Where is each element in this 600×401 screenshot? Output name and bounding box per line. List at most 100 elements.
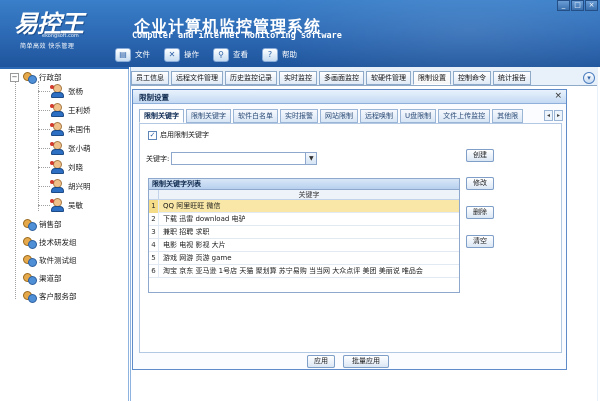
keyword-list-caption: 限制关键字列表 <box>149 179 459 190</box>
keyword-column-header: 关键字 <box>298 191 320 199</box>
tab-reports[interactable]: 统计报告 <box>493 71 531 85</box>
dlg-tab-website[interactable]: 网站限制 <box>320 109 358 123</box>
tree-connector <box>38 186 50 187</box>
tree-user-label: 王利娇 <box>68 105 91 115</box>
tree-user-label: 朱国伟 <box>68 124 91 134</box>
row-keywords: QQ 阿里旺旺 微信 <box>163 202 221 210</box>
user-icon <box>50 178 65 194</box>
tree-user[interactable]: 朱国伟 <box>50 121 91 136</box>
enable-keywords-label: 启用限制关键字 <box>160 131 209 139</box>
restriction-dialog: 限制设置 × 限制关键字 限制关键字 软件白名单 实时报警 网站限制 远程唤制 … <box>132 89 567 370</box>
tools-icon: ✕ <box>164 47 180 62</box>
delete-button[interactable]: 删除 <box>466 206 494 219</box>
chevron-left-icon[interactable]: ◂ <box>544 110 553 121</box>
logo-site: ekongsoft.com <box>42 33 79 39</box>
tree-node-department[interactable]: 软件测试组 <box>22 253 77 267</box>
create-button[interactable]: 创建 <box>466 149 494 162</box>
tree-node-label: 技术研发组 <box>39 237 77 247</box>
tree-user-label: 吴敏 <box>68 200 83 210</box>
tab-multiscreen[interactable]: 多画面监控 <box>319 71 364 85</box>
dlg-tab-whitelist[interactable]: 软件白名单 <box>233 109 278 123</box>
table-row[interactable]: 2 下载 迅雷 download 电驴 <box>149 213 459 226</box>
table-row[interactable]: 1 QQ 阿里旺旺 微信 <box>149 200 459 213</box>
tab-commands[interactable]: 控制命令 <box>453 71 491 85</box>
row-number: 3 <box>149 226 159 239</box>
tree-user[interactable]: 王利娇 <box>50 102 91 117</box>
tree-user-label: 刘晓 <box>68 162 83 172</box>
maximize-button[interactable]: □ <box>571 0 584 11</box>
table-row[interactable]: 6 淘宝 京东 亚马逊 1号店 天猫 聚划算 苏宁易购 当当网 大众点评 美团 … <box>149 265 459 278</box>
tree-node-department[interactable]: 渠道部 <box>22 271 62 285</box>
tree-node-label: 行政部 <box>39 72 62 82</box>
chevron-down-icon[interactable]: ▼ <box>305 153 317 164</box>
table-row[interactable]: 4 电影 电视 影视 大片 <box>149 239 459 252</box>
keyword-input[interactable]: ▼ <box>171 152 318 165</box>
tab-scroll-icon[interactable]: ▾ <box>583 72 595 84</box>
toolbar-view-button[interactable]: ⚲ 查看 <box>213 46 248 63</box>
tree-top-strip <box>0 67 129 69</box>
tab-employee-info[interactable]: 员工信息 <box>131 71 169 85</box>
row-number: 6 <box>149 265 159 278</box>
tree-node-label: 软件测试组 <box>39 255 77 265</box>
chevron-right-icon[interactable]: ▸ <box>554 110 563 121</box>
toolbar-help-label: 帮助 <box>282 50 297 59</box>
tree-user[interactable]: 刘晓 <box>50 159 83 175</box>
tab-restrictions[interactable]: 限制设置 <box>413 71 451 85</box>
dlg-tab-keywords-2[interactable]: 限制关键字 <box>186 109 231 123</box>
dlg-tab-other[interactable]: 其他限 <box>492 109 524 123</box>
keyword-row: 关键字: ▼ <box>146 152 318 165</box>
dlg-tab-upload[interactable]: 文件上传监控 <box>438 109 491 123</box>
app-header: 易控王 ekongsoft.com 简单高效 快乐管理 企业计算机监控管理系统 … <box>0 0 600 67</box>
tree-connector <box>38 91 50 92</box>
tree-user-label: 胡兴明 <box>68 181 91 191</box>
toolbar-file-button[interactable]: ▤ 文件 <box>115 46 150 63</box>
tree-node-department[interactable]: 销售部 <box>22 217 62 231</box>
batch-apply-button[interactable]: 批量应用 <box>343 355 389 368</box>
row-number: 2 <box>149 213 159 226</box>
tree-node-label: 渠道部 <box>39 273 62 283</box>
dlg-tab-alarm[interactable]: 实时报警 <box>280 109 318 123</box>
user-icon <box>50 140 65 156</box>
tree-node-label: 客户服务部 <box>39 291 77 301</box>
toolbar-help-button[interactable]: ? 帮助 <box>262 46 297 63</box>
enable-keywords-checkbox[interactable]: ✓ <box>148 130 157 140</box>
department-icon <box>22 272 37 285</box>
table-row[interactable]: 3 兼职 招聘 求职 <box>149 226 459 239</box>
row-keywords: 电影 电视 影视 大片 <box>163 241 226 249</box>
department-tree: − 行政部 张杨 王利娇 朱国伟 张小萌 刘晓 胡兴明 吴敏 销售部 技术研发组 <box>0 67 129 401</box>
minimize-button[interactable]: _ <box>557 0 570 11</box>
tab-realtime[interactable]: 实时监控 <box>279 71 317 85</box>
department-icon <box>22 290 37 303</box>
tab-history[interactable]: 历史监控记录 <box>225 71 277 85</box>
dlg-tab-keywords[interactable]: 限制关键字 <box>139 109 184 123</box>
toolbar-operate-button[interactable]: ✕ 操作 <box>164 46 199 63</box>
tree-user[interactable]: 张杨 <box>50 83 83 98</box>
clear-button[interactable]: 清空 <box>466 235 494 248</box>
user-icon <box>50 159 65 175</box>
collapse-icon[interactable]: − <box>10 72 19 82</box>
tab-hardware[interactable]: 软硬件管理 <box>366 71 411 85</box>
tree-connector <box>38 167 50 168</box>
close-icon[interactable]: × <box>554 91 562 101</box>
close-window-button[interactable]: × <box>585 0 598 11</box>
tree-user[interactable]: 张小萌 <box>50 140 91 156</box>
tree-node-department[interactable]: 技术研发组 <box>22 235 77 249</box>
file-icon: ▤ <box>115 47 131 62</box>
department-icon <box>22 236 37 249</box>
tree-user[interactable]: 吴敏 <box>50 197 83 212</box>
row-keywords: 兼职 招聘 求职 <box>163 228 210 236</box>
tree-user-label: 张小萌 <box>68 143 91 153</box>
tree-node-root[interactable]: − 行政部 <box>10 70 62 84</box>
modify-button[interactable]: 修改 <box>466 177 494 190</box>
tab-remote-files[interactable]: 远程文件管理 <box>171 71 223 85</box>
apply-button[interactable]: 应用 <box>307 355 335 368</box>
tree-node-label: 销售部 <box>39 219 62 229</box>
tree-node-department[interactable]: 客户服务部 <box>22 289 77 303</box>
row-number: 5 <box>149 252 159 265</box>
toolbar-operate-label: 操作 <box>184 50 199 59</box>
department-icon <box>22 71 37 84</box>
table-row[interactable]: 5 游戏 网游 页游 game <box>149 252 459 265</box>
dlg-tab-usb[interactable]: U盘限制 <box>400 109 437 123</box>
tree-user[interactable]: 胡兴明 <box>50 178 91 194</box>
dlg-tab-remote[interactable]: 远程唤制 <box>360 109 398 123</box>
